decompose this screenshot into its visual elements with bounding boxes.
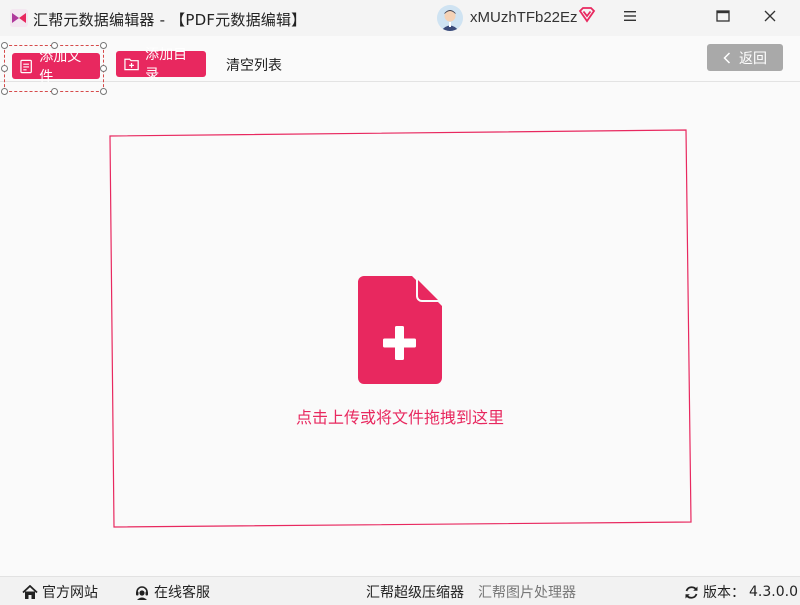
resize-handle[interactable] [1, 42, 8, 49]
back-label: 返回 [739, 50, 767, 67]
app-logo-icon [10, 9, 28, 27]
window-title: 汇帮元数据编辑器 - 【PDF元数据编辑】 [33, 11, 307, 29]
online-service-link[interactable]: 在线客服 [134, 582, 210, 602]
file-add-icon[interactable] [358, 276, 442, 384]
home-icon [22, 584, 38, 599]
menu-button[interactable] [607, 0, 653, 32]
maximize-button[interactable] [700, 0, 746, 32]
folder-add-icon [124, 58, 139, 71]
version-label: 版本： [703, 585, 745, 601]
add-folder-label: 添加目录 [145, 47, 188, 83]
add-folder-button[interactable]: 添加目录 [116, 47, 206, 83]
official-site-label: 官方网站 [42, 585, 98, 601]
customer-service-icon [136, 586, 148, 600]
close-button[interactable] [747, 0, 793, 32]
resize-handle[interactable] [100, 42, 107, 49]
title-bar: 汇帮元数据编辑器 - 【PDF元数据编辑】 xMUzhTFb22Ez [0, 0, 800, 36]
refresh-icon [685, 585, 698, 599]
back-button[interactable]: 返回 [707, 44, 783, 71]
add-file-label: 添加文件 [39, 49, 82, 85]
file-list-icon [20, 59, 32, 73]
add-file-button[interactable]: 添加文件 [12, 49, 100, 85]
resize-handle[interactable] [1, 65, 8, 72]
user-avatar[interactable] [437, 5, 463, 31]
resize-handle[interactable] [1, 88, 8, 95]
resize-handle[interactable] [100, 88, 107, 95]
maximize-icon [716, 10, 730, 22]
clear-list-button[interactable]: 清空列表 [226, 55, 282, 75]
resize-handle[interactable] [100, 65, 107, 72]
resize-handle[interactable] [51, 88, 58, 95]
online-service-label: 在线客服 [154, 585, 210, 601]
drop-zone-hint[interactable]: 点击上传或将文件拖拽到这里 [200, 404, 600, 428]
vip-badge-icon[interactable] [578, 6, 596, 24]
avatar-icon [437, 5, 463, 31]
hamburger-icon [624, 11, 636, 21]
close-icon [764, 10, 776, 22]
official-site-link[interactable]: 官方网站 [22, 582, 98, 602]
compressor-link[interactable]: 汇帮超级压缩器 [366, 582, 464, 602]
chevron-left-icon [723, 51, 731, 64]
image-processor-link[interactable]: 汇帮图片处理器 [478, 582, 576, 602]
username[interactable]: xMUzhTFb22Ez [470, 9, 578, 26]
version-info[interactable]: 版本： 4.3.0.0 [684, 582, 798, 602]
version-value: 4.3.0.0 [749, 584, 798, 600]
